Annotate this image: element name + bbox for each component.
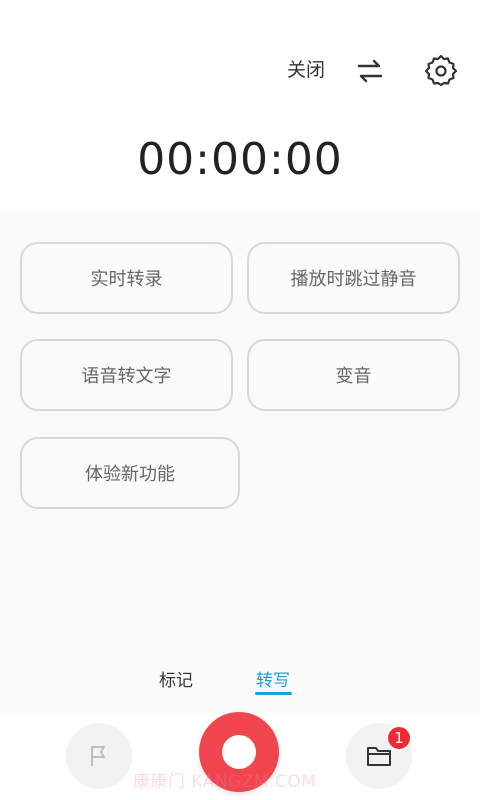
try-new-features-button[interactable]: 体验新功能 [20,437,240,509]
tab-mark[interactable]: 标记 [159,666,193,691]
realtime-transcribe-button[interactable]: 实时转录 [20,242,233,314]
notification-badge: 1 [386,725,412,751]
mark-button[interactable] [66,723,132,789]
speech-to-text-button[interactable]: 语音转文字 [20,339,233,411]
watermark-text: 康康门 KANGZM.COM [133,772,317,792]
folder-icon [367,747,391,766]
flag-icon [91,746,105,766]
tab-transcribe[interactable]: 转写 [256,666,290,691]
record-icon [222,735,256,769]
gear-icon[interactable] [425,55,457,87]
skip-silence-button[interactable]: 播放时跳过静音 [247,242,460,314]
close-button[interactable]: 关闭 [287,58,325,82]
voice-change-button[interactable]: 变音 [247,339,460,411]
timer-display: 00:00:00 [137,134,343,185]
swap-icon[interactable] [356,57,384,85]
active-tab-indicator [255,692,292,695]
